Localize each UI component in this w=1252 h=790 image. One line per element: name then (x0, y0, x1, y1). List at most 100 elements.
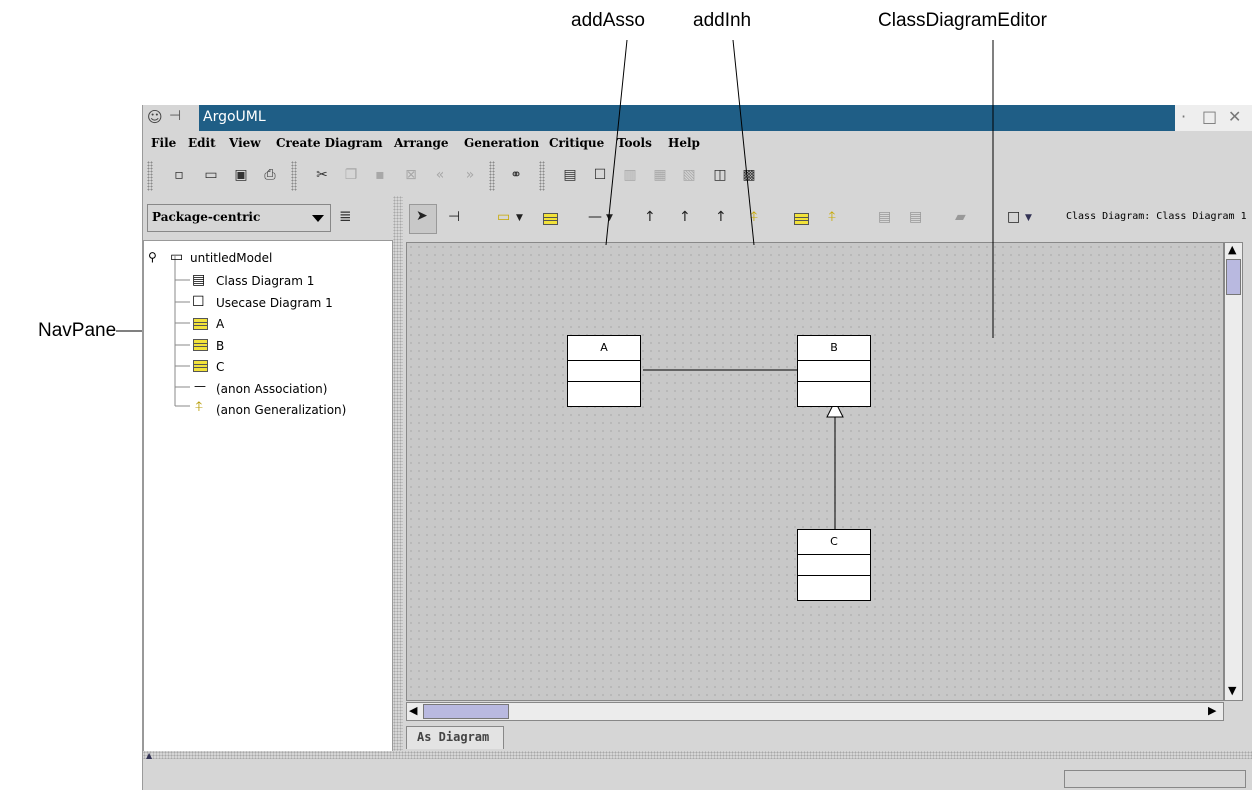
vertical-scrollbar[interactable]: ▲ ▼ (1224, 242, 1243, 701)
add-class-icon[interactable] (543, 211, 558, 227)
argouml-window: ☺ ⊣ ArgoUML · □ ✕ File Edit View Create … (142, 105, 1252, 790)
copy-icon[interactable]: ❐ (342, 166, 360, 184)
menu-arrange[interactable]: Arrange (394, 136, 448, 150)
horizontal-scrollbar[interactable]: ◀ ▶ (406, 702, 1224, 721)
tree-item-c[interactable]: C (216, 360, 224, 374)
close-icon[interactable]: ✕ (1228, 107, 1241, 126)
status-bar: ▲ (143, 751, 1252, 790)
class-a-node[interactable]: A (567, 335, 641, 407)
open-file-icon[interactable]: ▭ (202, 166, 220, 184)
back-icon[interactable]: « (431, 166, 449, 184)
generalization-icon: ⍏ (195, 399, 204, 415)
class-icon (193, 316, 208, 330)
sort-order-icon[interactable]: ≣ (339, 207, 352, 225)
add-operation-icon[interactable]: ▤ (909, 209, 922, 225)
new-state-diagram-icon[interactable]: ▥ (621, 166, 639, 184)
scroll-right-icon[interactable]: ▶ (1208, 704, 1216, 717)
usecase-diagram-icon: ☐ (192, 294, 205, 310)
tree-item-a[interactable]: A (216, 317, 224, 331)
add-package-icon[interactable]: ▭ (497, 209, 510, 225)
navpane-callout: NavPane (38, 320, 117, 341)
fill-color-dropdown-icon[interactable]: ▼ (1025, 213, 1032, 223)
paste-icon[interactable]: ▪ (371, 166, 389, 184)
menu-create-diagram[interactable]: Create Diagram (276, 136, 383, 150)
cut-icon[interactable]: ✂ (313, 166, 331, 184)
scroll-left-icon[interactable]: ◀ (409, 704, 417, 717)
chevron-down-icon (312, 215, 324, 222)
diagram-canvas[interactable]: A B C (406, 242, 1224, 701)
vertical-scroll-thumb[interactable] (1226, 259, 1241, 295)
diagram-toolbar: ➤ ⊣ ▭ ▼ — ▼ ↑ ↑ ↑ ⍏ ⍏ ▤ ▤ ▰ □ ▼ Class Di… (403, 196, 1252, 240)
class-name: C (798, 530, 870, 555)
add-dependency-icon[interactable]: ↑ (644, 209, 656, 225)
broom-tool-icon[interactable]: ⊣ (448, 209, 460, 225)
add-interface-icon[interactable] (794, 211, 809, 227)
new-class-diagram-icon[interactable]: ▤ (561, 166, 579, 184)
scroll-up-icon[interactable]: ▲ (1228, 243, 1236, 256)
forward-icon[interactable]: » (461, 166, 479, 184)
select-arrow-icon: ➤ (416, 208, 428, 224)
tree-item-anon-generalization[interactable]: (anon Generalization) (216, 403, 346, 417)
addinh-callout: addInh (693, 10, 752, 31)
perspective-dropdown[interactable]: Package-centric (147, 204, 331, 232)
perspective-value: Package-centric (152, 210, 261, 224)
horizontal-scroll-thumb[interactable] (423, 704, 509, 719)
class-diagram-editor-callout: ClassDiagramEditor (878, 10, 1047, 31)
maximize-icon[interactable]: □ (1202, 107, 1217, 126)
new-deployment-diagram-icon[interactable]: ▩ (740, 166, 758, 184)
class-c-node[interactable]: C (797, 529, 871, 601)
tree-expand-icon[interactable]: ⚲ (148, 250, 157, 264)
menu-help[interactable]: Help (668, 136, 700, 150)
find-icon[interactable]: ⚭ (507, 166, 525, 184)
class-diagram-editor: ➤ ⊣ ▭ ▼ — ▼ ↑ ↑ ↑ ⍏ ⍏ ▤ ▤ ▰ □ ▼ Class Di… (403, 196, 1252, 751)
tree-item-anon-association[interactable]: (anon Association) (216, 382, 327, 396)
tree-item-untitledmodel[interactable]: untitledModel (190, 251, 272, 265)
package-dropdown-icon[interactable]: ▼ (516, 213, 523, 223)
class-diagram-icon: ▤ (192, 272, 206, 288)
fill-color-icon[interactable]: □ (1007, 209, 1020, 225)
class-b-node[interactable]: B (797, 335, 871, 407)
add-attribute-icon[interactable]: ▤ (878, 209, 891, 225)
add-usage-icon[interactable]: ↑ (715, 209, 727, 225)
tab-as-diagram-label: As Diagram (417, 730, 490, 744)
menu-edit[interactable]: Edit (188, 136, 216, 150)
tree-item-class-diagram-1[interactable]: Class Diagram 1 (216, 274, 314, 288)
menu-generation[interactable]: Generation (464, 136, 539, 150)
menu-view[interactable]: View (229, 136, 261, 150)
pin-icon[interactable]: ⊣ (169, 108, 181, 124)
class-name: B (798, 336, 870, 361)
new-collaboration-diagram-icon[interactable]: ▧ (680, 166, 698, 184)
new-file-icon[interactable]: ▫ (170, 166, 188, 184)
add-note-icon[interactable]: ▰ (955, 209, 966, 225)
menu-tools[interactable]: Tools (617, 136, 652, 150)
new-sequence-diagram-icon[interactable]: ◫ (711, 166, 729, 184)
menu-bar: File Edit View Create Diagram Arrange Ge… (143, 131, 1252, 156)
diagram-tab-bar: As Diagram (403, 724, 1252, 751)
menu-file[interactable]: File (151, 136, 176, 150)
collapse-arrow-icon[interactable]: ▲ (146, 751, 152, 760)
explorer-tree: ⚲ ▭ untitledModel ▤ Class Diagram 1 ☐ Us… (143, 240, 393, 752)
bottom-splitter[interactable] (143, 751, 1252, 759)
add-permission-icon[interactable]: ↑ (679, 209, 691, 225)
toolbar-grip[interactable] (147, 161, 153, 191)
scroll-down-icon[interactable]: ▼ (1228, 684, 1236, 697)
class-icon (193, 337, 208, 351)
tab-as-diagram[interactable]: As Diagram (406, 726, 504, 749)
pane-splitter[interactable] (393, 196, 403, 751)
new-usecase-diagram-icon[interactable]: ☐ (591, 166, 609, 184)
new-activity-diagram-icon[interactable]: ▦ (651, 166, 669, 184)
add-realization-icon[interactable]: ⍏ (828, 209, 836, 225)
association-dropdown-icon[interactable]: ▼ (606, 213, 613, 223)
minimize-icon[interactable]: · (1181, 107, 1186, 126)
menu-critique[interactable]: Critique (549, 136, 604, 150)
tree-item-b[interactable]: B (216, 339, 224, 353)
save-icon[interactable]: ▣ (232, 166, 250, 184)
add-association-icon[interactable]: — (588, 209, 602, 225)
title-bar: ☺ ⊣ ArgoUML · □ ✕ (143, 105, 1252, 131)
remove-icon[interactable]: ⊠ (402, 166, 420, 184)
nav-pane: Package-centric ≣ ⚲ ▭ untitledModel ▤ Cl… (143, 196, 393, 752)
print-icon[interactable]: ⎙ (261, 166, 279, 184)
class-icon (193, 358, 208, 372)
tree-item-usecase-diagram-1[interactable]: Usecase Diagram 1 (216, 296, 333, 310)
add-generalization-icon[interactable]: ⍏ (750, 209, 758, 225)
